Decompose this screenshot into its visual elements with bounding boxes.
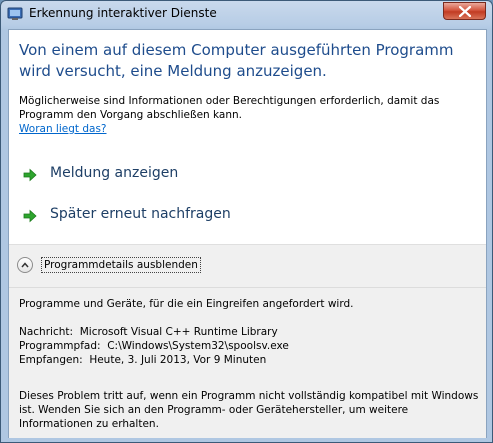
show-message-label: Meldung anzeigen	[50, 165, 179, 181]
window-title: Erkennung interaktiver Dienste	[29, 6, 217, 20]
divider	[9, 287, 486, 288]
details-intro: Programme und Geräte, für die ein Eingre…	[19, 298, 354, 310]
app-icon	[7, 7, 23, 20]
main-section: Von einem auf diesem Computer ausgeführt…	[9, 30, 486, 244]
path-value: C:\Windows\System32\spoolsv.exe	[107, 340, 289, 352]
chevron-up-icon	[17, 257, 33, 273]
description-text: Möglicherweise sind Informationen oder B…	[19, 95, 440, 121]
close-button[interactable]	[443, 2, 486, 20]
details-toggle-label: Programmdetails ausblenden	[41, 257, 201, 273]
path-label: Programmpfad:	[19, 340, 101, 352]
green-arrow-icon	[23, 209, 37, 223]
footer-text: Dieses Problem tritt auf, wenn ein Progr…	[19, 390, 479, 430]
dialog-content: Von einem auf diesem Computer ausgeführt…	[8, 29, 487, 438]
close-icon	[459, 6, 471, 17]
details-section: Programmdetails ausblenden Programme und…	[9, 244, 486, 438]
received-label: Empfangen:	[19, 354, 83, 366]
received-value: Heute, 3. Juli 2013, Vor 9 Minuten	[89, 354, 267, 366]
ask-later-label: Später erneut nachfragen	[50, 206, 231, 222]
green-arrow-icon	[23, 168, 37, 182]
title-bar[interactable]: Erkennung interaktiver Dienste	[1, 1, 492, 29]
message-value: Microsoft Visual C++ Runtime Library	[79, 326, 278, 338]
main-heading: Von einem auf diesem Computer ausgeführt…	[19, 41, 454, 80]
why-link[interactable]: Woran liegt das?	[19, 123, 107, 135]
dialog-window: Erkennung interaktiver Dienste Von einem…	[0, 0, 493, 443]
message-label: Nachricht:	[19, 326, 74, 338]
details-properties: Nachricht: Microsoft Visual C++ Runtime …	[19, 325, 481, 367]
